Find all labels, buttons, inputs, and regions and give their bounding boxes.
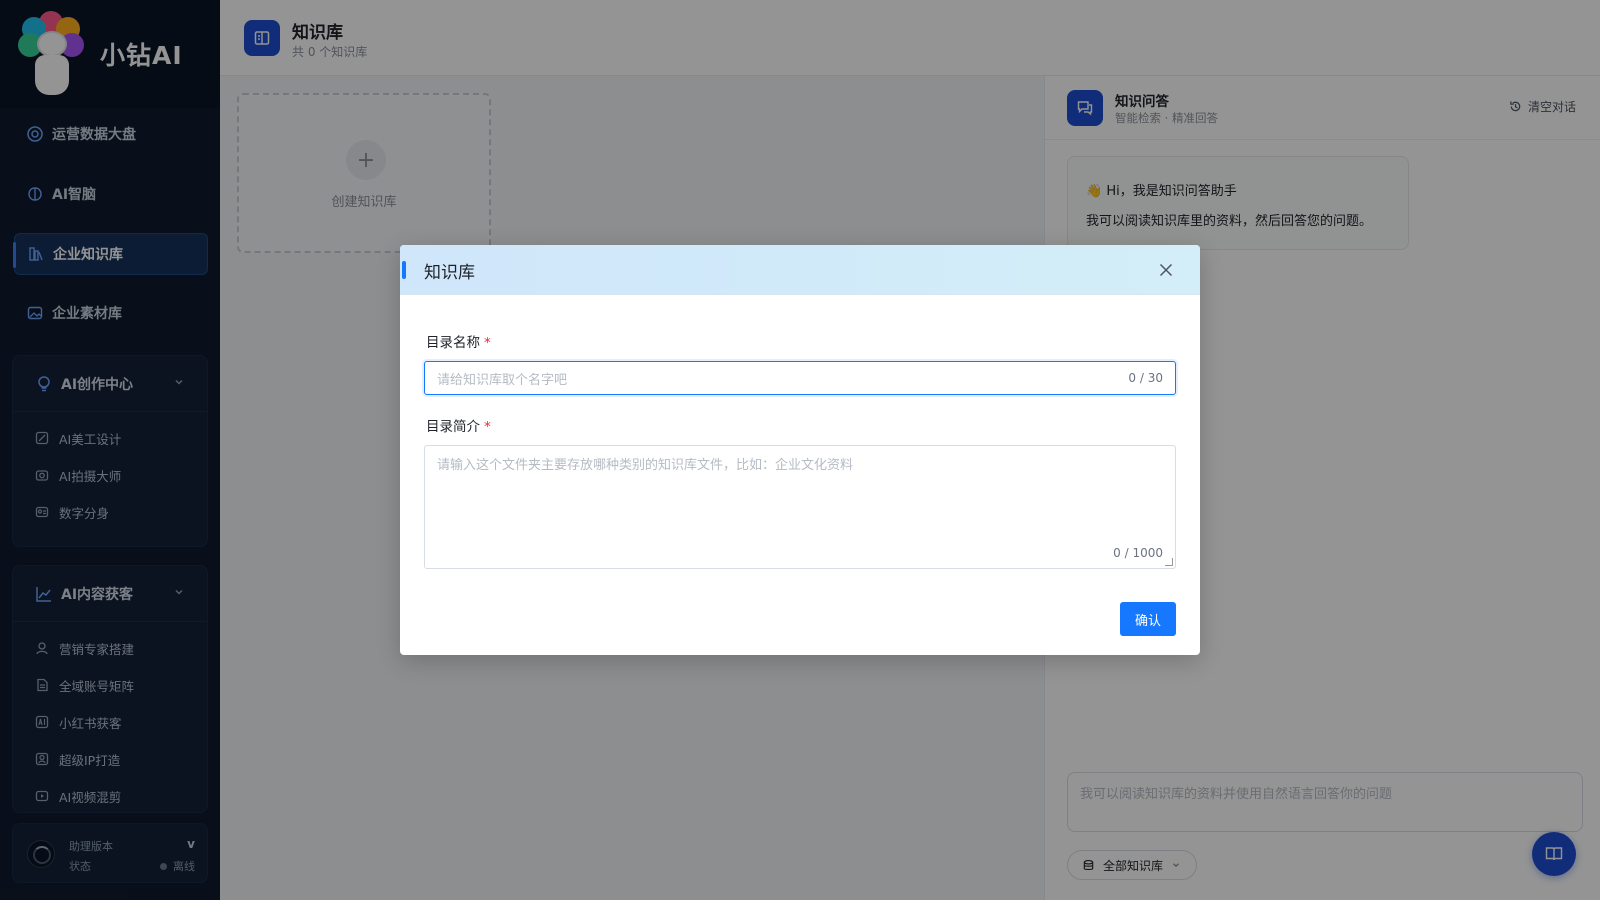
directory-name-placeholder: 请给知识库取个名字吧 <box>437 372 568 388</box>
modal-header: 知识库 <box>400 245 1200 295</box>
confirm-button[interactable]: 确认 <box>1120 602 1176 636</box>
required-mark: * <box>484 419 491 435</box>
directory-desc-label: 目录简介 * <box>426 415 491 435</box>
directory-name-label: 目录名称 * <box>426 331 491 351</box>
required-mark: * <box>484 335 491 351</box>
directory-desc-placeholder: 请输入这个文件夹主要存放哪种类别的知识库文件，比如：企业文化资料 <box>437 458 854 473</box>
close-icon <box>1159 263 1173 277</box>
directory-name-input[interactable]: 请给知识库取个名字吧 0 / 30 <box>424 361 1176 395</box>
directory-name-counter: 0 / 30 <box>1128 371 1163 385</box>
modal-title: 知识库 <box>424 263 475 283</box>
directory-desc-counter: 0 / 1000 <box>1113 546 1163 560</box>
resize-handle-icon[interactable] <box>1165 558 1173 566</box>
directory-desc-label-text: 目录简介 <box>426 419 480 435</box>
knowledge-base-modal: 知识库 目录名称 * 请给知识库取个名字吧 0 / 30 目录简介 * 请输入这个文… <box>400 245 1200 655</box>
directory-name-label-text: 目录名称 <box>426 335 480 351</box>
close-button[interactable] <box>1156 260 1176 280</box>
directory-desc-textarea[interactable]: 请输入这个文件夹主要存放哪种类别的知识库文件，比如：企业文化资料 0 / 100… <box>424 445 1176 569</box>
